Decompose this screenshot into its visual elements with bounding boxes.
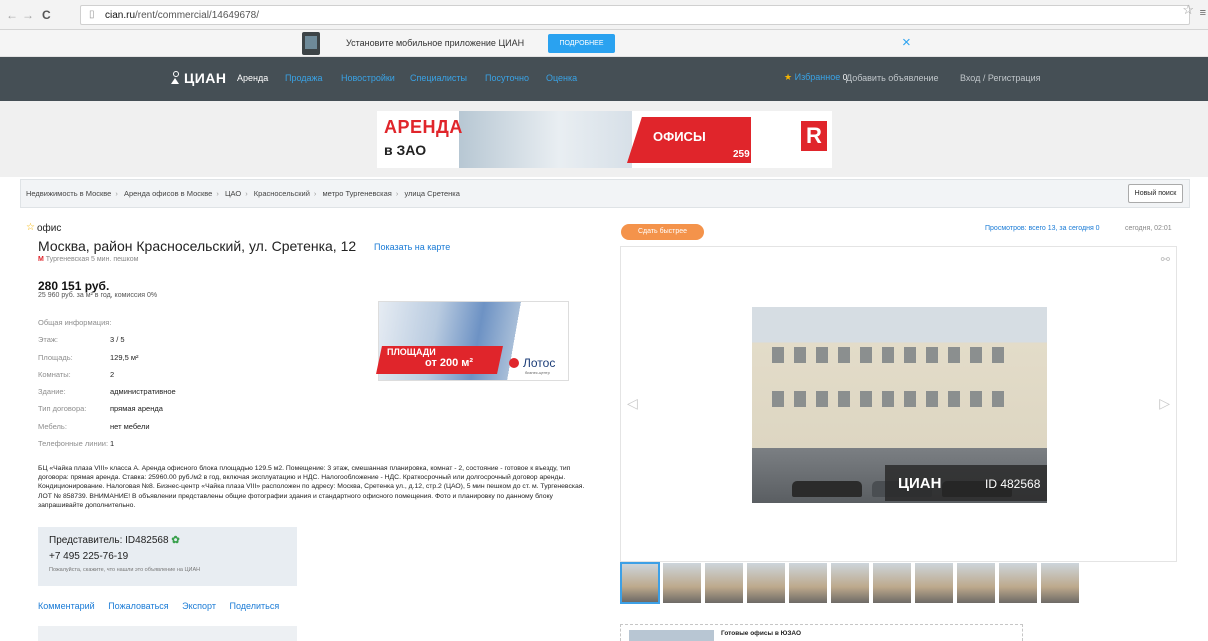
rep-title: Представитель: ID482568 ✿ (49, 535, 180, 546)
comment-link[interactable]: Комментарий (38, 601, 95, 611)
thumbnail[interactable] (788, 562, 828, 604)
nav-specialists[interactable]: Специалисты (410, 73, 467, 83)
rubin-logo: R (801, 121, 827, 151)
login-link[interactable]: Вход / Регистрация (960, 73, 1040, 83)
ad-image (629, 630, 714, 641)
verified-icon: ✿ (171, 535, 180, 546)
complain-link[interactable]: Пожаловаться (108, 601, 168, 611)
watermark-id: ID 482568 (985, 477, 1041, 491)
browser-chrome: ← → C ▯ cian.ru/rent/commercial/14649678… (0, 0, 1208, 30)
favorites-link[interactable]: ★ Избранное 0 (784, 72, 847, 83)
nav-rent[interactable]: Аренда (237, 73, 268, 83)
app-banner: Установите мобильное приложение ЦИАН ПОД… (0, 30, 1208, 57)
thumbnail[interactable] (1040, 562, 1080, 604)
breadcrumb: Недвижимость в Москве › Аренда офисов в М… (20, 179, 1190, 208)
ready-ad-title: Готовые офисы в ЮЗАО (721, 630, 802, 637)
nav-newbuilds[interactable]: Новостройки (341, 73, 395, 83)
lotos-ad-banner[interactable]: ПЛОЩАДИ от 200 м² Лотос бизнес-центр (376, 301, 569, 381)
star-icon: ★ (784, 72, 793, 82)
share-link[interactable]: Поделиться (230, 601, 280, 611)
metro-info: M Тургеневская 5 мин. пешком (38, 256, 139, 263)
add-listing-link[interactable]: Добавить объявление (846, 73, 938, 83)
crumb-realty[interactable]: Недвижимость в Москве (26, 189, 111, 198)
listing-description: БЦ «Чайка плаза VIII» класса А. Аренда о… (38, 465, 585, 509)
comment-box (38, 626, 297, 641)
export-link[interactable]: Экспорт (182, 601, 216, 611)
nav-sale[interactable]: Продажа (285, 73, 323, 83)
new-search-button[interactable]: Новый поиск (1128, 184, 1183, 203)
phone-icon (302, 32, 320, 55)
rep-phone[interactable]: +7 495 225-76-19 (49, 551, 128, 562)
link-icon[interactable]: ⚯ (1161, 253, 1170, 266)
favorite-star-icon[interactable]: ☆ (26, 222, 35, 233)
metro-icon: M (38, 256, 44, 263)
watermark-logo: ЦИАН (898, 475, 942, 492)
forward-icon[interactable]: → (22, 8, 34, 22)
nav-daily[interactable]: Посуточно (485, 73, 529, 83)
representative-box: Представитель: ID482568 ✿ +7 495 225-76-… (38, 527, 297, 586)
views-count[interactable]: Просмотров: всего 13, за сегодня 0 (985, 225, 1100, 232)
thumbnail-strip (620, 562, 1080, 604)
thumbnail[interactable] (914, 562, 954, 604)
url-text: cian.ru/rent/commercial/14649678/ (105, 10, 259, 21)
ad-brand-sub: бизнес-центр (525, 370, 550, 375)
show-map-link[interactable]: Показать на карте (374, 242, 450, 252)
photo-watermark: ЦИАН ID 482568 (885, 465, 1047, 501)
site-logo[interactable]: ЦИАН (171, 70, 227, 86)
thumbnail[interactable] (872, 562, 912, 604)
thumbnail[interactable] (746, 562, 786, 604)
ad-line1: ПЛОЩАДИ (387, 347, 436, 357)
address-bar[interactable]: ▯ cian.ru/rent/commercial/14649678/ (80, 5, 1190, 25)
rent-faster-button[interactable]: Сдать быстрее (621, 224, 704, 240)
crumb-area[interactable]: Красносельский (254, 189, 310, 198)
next-arrow-icon[interactable]: ▷ (1159, 395, 1170, 412)
listing-type: офис (37, 223, 62, 234)
logo-text: ЦИАН (184, 70, 227, 86)
nav-valuation[interactable]: Оценка (546, 73, 577, 83)
ad-phone: 259 00 12 (733, 149, 778, 160)
prev-arrow-icon[interactable]: ◁ (627, 395, 638, 412)
app-banner-text: Установите мобильное приложение ЦИАН (346, 38, 525, 48)
crumb-street[interactable]: улица Сретенка (404, 189, 460, 198)
thumbnail[interactable] (830, 562, 870, 604)
thumbnail[interactable] (998, 562, 1038, 604)
thumbnail[interactable] (620, 562, 660, 604)
top-ad-banner[interactable]: АРЕНДА в ЗАО ОФИСЫ 259 00 12 R (377, 111, 832, 168)
crumb-metro[interactable]: метро Тургеневская (323, 189, 392, 198)
thumbnail[interactable] (662, 562, 702, 604)
thumbnail[interactable] (956, 562, 996, 604)
crumb-district[interactable]: ЦАО (225, 189, 241, 198)
close-icon[interactable]: × (902, 34, 911, 51)
ready-offices-ad[interactable]: Готовые офисы в ЮЗАО (620, 624, 1023, 641)
ad-line2: от 200 м² (425, 357, 474, 369)
bookmark-star-icon[interactable]: ☆ (1182, 2, 1194, 18)
ad-offices: ОФИСЫ (653, 129, 706, 144)
menu-icon[interactable]: ≡ (1200, 7, 1206, 19)
back-icon[interactable]: ← (6, 8, 18, 22)
price: 280 151 руб. (38, 279, 110, 293)
photo-gallery: ⚯ ◁ ▷ ЦИАН ID 482568 (620, 246, 1177, 562)
crumb-office-rent[interactable]: Аренда офисов в Москве (124, 189, 212, 198)
ad-brand: Лотос (523, 356, 556, 370)
pin-icon (171, 71, 180, 84)
thumbnail[interactable] (704, 562, 744, 604)
listing-actions: Комментарий Пожаловаться Экспорт Поделит… (38, 601, 290, 611)
price-details: 25 960 руб. за м² в год, комиссия 0% (38, 292, 158, 299)
app-more-button[interactable]: ПОДРОБНЕЕ (548, 34, 615, 53)
lotos-logo-icon (509, 358, 519, 368)
publish-date: сегодня, 02:01 (1125, 225, 1172, 232)
ad-line1: АРЕНДА (384, 117, 463, 137)
page-icon: ▯ (89, 9, 95, 20)
reload-icon[interactable]: C (42, 8, 51, 22)
ad-line2: в ЗАО (384, 142, 427, 158)
rep-note: Пожалуйста, скажите, что нашли это объяв… (49, 567, 201, 573)
page-title: Москва, район Красносельский, ул. Сретен… (38, 238, 357, 254)
site-header: ЦИАН Аренда Продажа Новостройки Специали… (0, 57, 1208, 101)
